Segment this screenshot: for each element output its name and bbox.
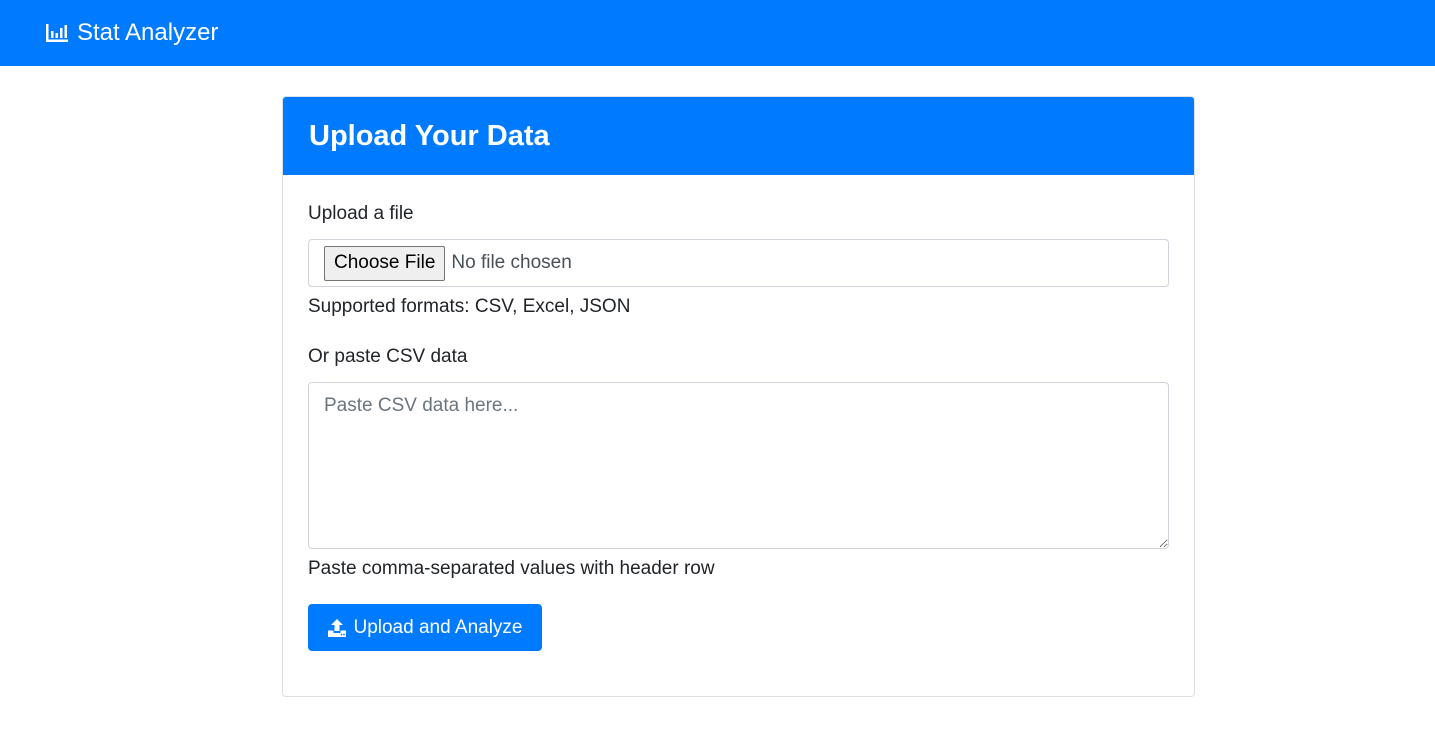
file-input[interactable]: Choose File No file chosen: [308, 239, 1169, 287]
bar-chart-icon: [45, 21, 69, 45]
upload-analyze-label: Upload and Analyze: [353, 616, 523, 638]
csv-paste-label: Or paste CSV data: [308, 346, 468, 367]
file-status: No file chosen: [451, 252, 572, 273]
card-title: Upload Your Data: [309, 119, 550, 152]
upload-analyze-button[interactable]: Upload and Analyze: [308, 604, 542, 651]
brand-label: Stat Analyzer: [77, 19, 219, 46]
upload-card: Upload Your Data Upload a file Choose Fi…: [282, 96, 1195, 697]
top-navbar: Stat Analyzer: [0, 0, 1435, 66]
csv-help-text: Paste comma-separated values with header…: [308, 558, 715, 579]
csv-data-textarea[interactable]: [308, 382, 1169, 549]
file-format-help: Supported formats: CSV, Excel, JSON: [308, 296, 631, 317]
upload-icon: [327, 618, 347, 638]
brand-link[interactable]: Stat Analyzer: [45, 19, 218, 47]
choose-file-button[interactable]: Choose File: [324, 245, 446, 281]
file-upload-label: Upload a file: [308, 203, 414, 224]
card-header: Upload Your Data: [283, 97, 1194, 175]
